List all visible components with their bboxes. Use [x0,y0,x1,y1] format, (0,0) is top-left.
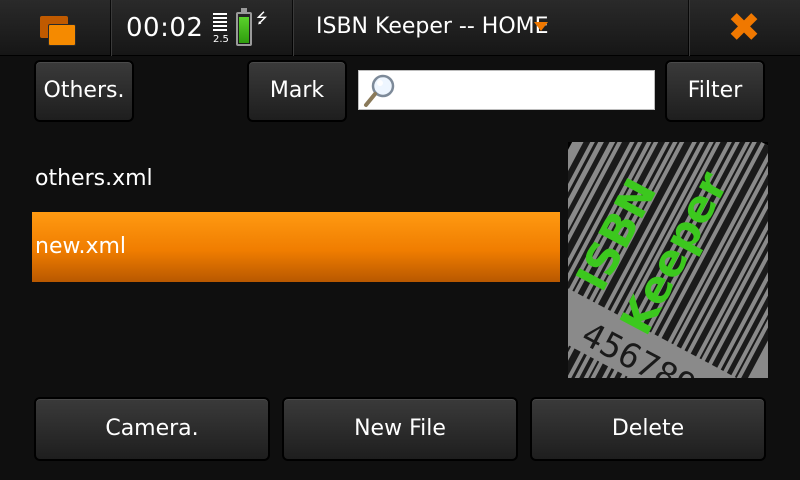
window-title[interactable]: ISBN Keeper -- HOME [316,14,549,39]
search-input[interactable] [399,71,653,109]
statusbar-divider [292,0,294,56]
close-icon[interactable]: ✖ [720,6,768,50]
search-icon [364,74,395,107]
status-bar: 00:02 2.5 ⭍ ISBN Keeper -- HOME ✖ [0,0,800,56]
list-item-selected[interactable]: new.xml [32,212,560,282]
camera-button[interactable]: Camera. [34,397,270,461]
list-item[interactable]: others.xml [32,144,560,214]
search-box[interactable] [358,70,655,110]
statusbar-divider [688,0,690,56]
clock: 00:02 [126,13,204,43]
mark-button[interactable]: Mark [247,60,347,122]
usb-icon: ⭍ [256,11,268,27]
delete-button[interactable]: Delete [530,397,766,461]
new-file-button[interactable]: New File [282,397,518,461]
battery-level [239,17,249,43]
menu-caret-icon[interactable] [534,22,548,31]
battery-icon [236,8,252,46]
file-name: others.xml [35,166,153,191]
others-button[interactable]: Others. [34,60,134,122]
file-list: others.xml new.xml [32,142,560,382]
filter-button[interactable]: Filter [665,60,765,122]
network-label: 2.5 [213,34,229,45]
signal-strength-icon [213,13,231,35]
barcode-logo-image: 456789012 ISBN Keeper [568,142,768,378]
file-name: new.xml [35,234,127,259]
task-switcher-icon[interactable] [36,12,80,46]
statusbar-divider [110,0,112,56]
isbn-keeper-logo: 456789012 ISBN Keeper [568,142,768,378]
